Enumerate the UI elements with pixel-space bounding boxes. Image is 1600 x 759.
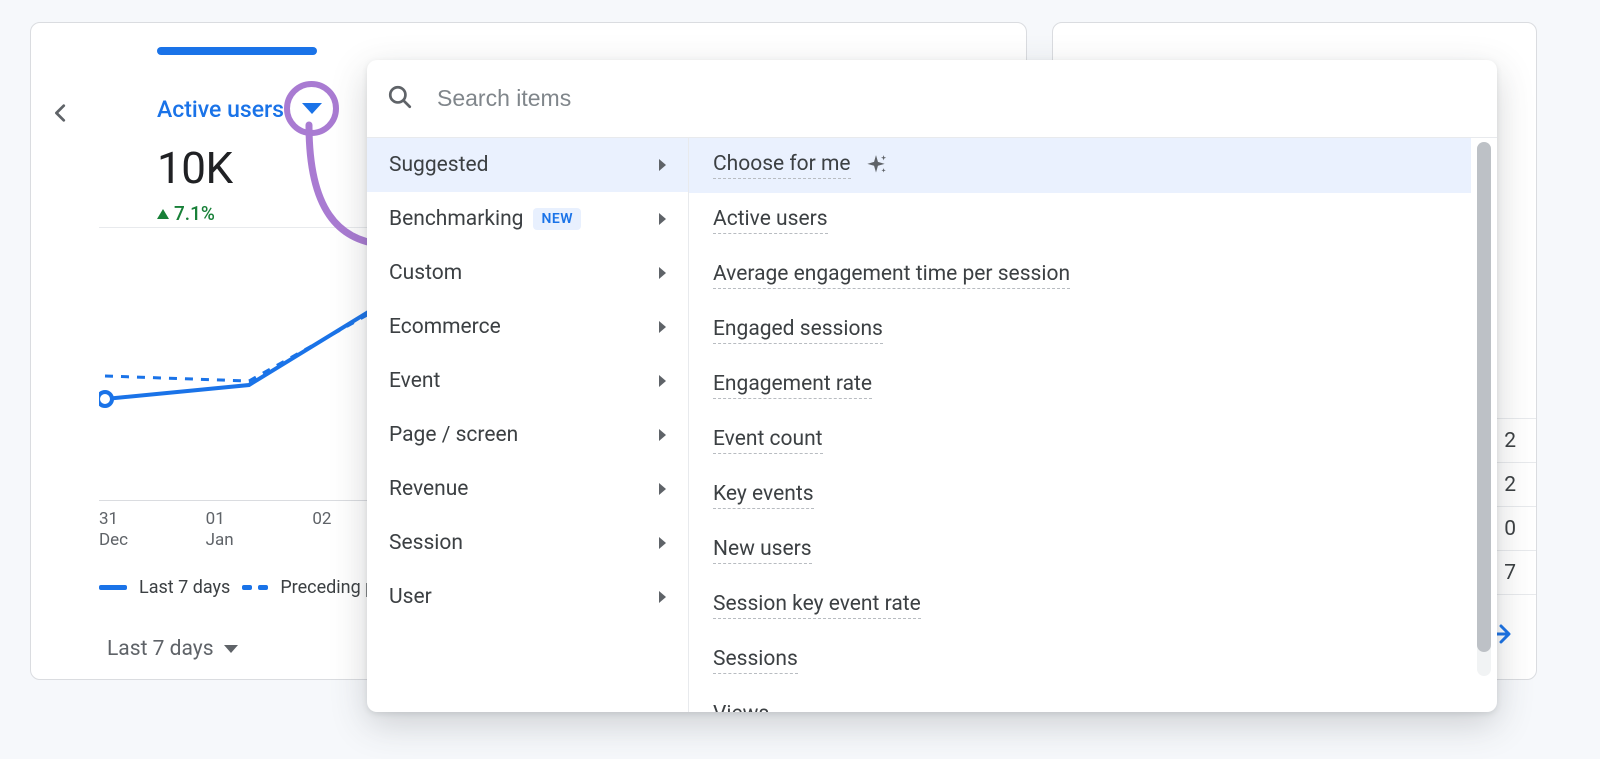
cell-value: 0 xyxy=(1504,517,1516,541)
category-item[interactable]: Benchmarking NEW xyxy=(367,192,688,246)
arrow-up-icon xyxy=(157,209,169,219)
chevron-right-icon xyxy=(659,213,666,225)
tick-mon: Dec xyxy=(99,530,206,551)
search-bar xyxy=(367,60,1497,138)
chevron-right-icon xyxy=(659,429,666,441)
metric-item[interactable]: Engaged sessions xyxy=(689,303,1471,358)
metric-item-label: New users xyxy=(713,537,812,564)
metric-item-label: Active users xyxy=(713,207,828,234)
scrollbar-thumb[interactable] xyxy=(1477,142,1491,652)
date-range-label: Last 7 days xyxy=(107,637,214,661)
legend-swatch-dash xyxy=(242,585,268,590)
category-item[interactable]: Custom xyxy=(367,246,688,300)
tick-mon: Jan xyxy=(206,530,313,551)
metric-item[interactable]: Sessions xyxy=(689,633,1471,688)
metric-value: 10K xyxy=(157,142,339,194)
metric-item-label: Engaged sessions xyxy=(713,317,883,344)
category-label: User xyxy=(389,585,432,609)
category-item[interactable]: Revenue xyxy=(367,462,688,516)
category-item[interactable]: Session xyxy=(367,516,688,570)
chevron-right-icon xyxy=(659,537,666,549)
metric-item[interactable]: Views xyxy=(689,688,1471,712)
category-item[interactable]: User xyxy=(367,570,688,624)
legend-current: Last 7 days xyxy=(139,577,230,598)
tick-day: 31 xyxy=(99,509,206,530)
new-badge: NEW xyxy=(533,208,581,230)
category-label: Ecommerce xyxy=(389,315,501,339)
metric-item[interactable]: New users xyxy=(689,523,1471,578)
metric-item[interactable]: Average engagement time per session xyxy=(689,248,1471,303)
metric-item[interactable]: Key events xyxy=(689,468,1471,523)
metric-item-label: Event count xyxy=(713,427,823,454)
category-label: Event xyxy=(389,369,440,393)
cell-value: 2 xyxy=(1504,473,1516,497)
metric-change: 7.1% xyxy=(157,202,339,225)
metric-picker-popup: Suggested Benchmarking NEW Custom Ecommerce E… xyxy=(367,60,1497,712)
metric-item[interactable]: Engagement rate xyxy=(689,358,1471,413)
tab-indicator xyxy=(157,47,317,55)
chevron-right-icon xyxy=(659,159,666,171)
caret-down-icon xyxy=(302,103,322,114)
search-input[interactable] xyxy=(435,84,1477,113)
metric-item[interactable]: Active users xyxy=(689,193,1471,248)
category-label: Page / screen xyxy=(389,423,518,447)
chevron-right-icon xyxy=(659,267,666,279)
category-label: Revenue xyxy=(389,477,468,501)
category-label: Session xyxy=(389,531,463,555)
cell-value: 7 xyxy=(1504,561,1516,585)
metric-title-text: Active users xyxy=(157,96,284,123)
chevron-right-icon xyxy=(659,321,666,333)
category-item[interactable]: Page / screen xyxy=(367,408,688,462)
cell-value: 2 xyxy=(1504,429,1516,453)
metric-caret-button[interactable] xyxy=(284,81,339,136)
category-column: Suggested Benchmarking NEW Custom Ecommerce E… xyxy=(367,138,689,712)
prev-button[interactable] xyxy=(50,95,72,135)
metric-item-label: Engagement rate xyxy=(713,372,872,399)
legend-swatch-solid xyxy=(99,585,127,590)
metric-item-label: Key events xyxy=(713,482,814,509)
metric-item-label: Session key event rate xyxy=(713,592,921,619)
category-label: Custom xyxy=(389,261,462,285)
category-item[interactable]: Ecommerce xyxy=(367,300,688,354)
sparkle-icon xyxy=(863,153,889,179)
chevron-right-icon xyxy=(659,591,666,603)
category-label: Benchmarking xyxy=(389,207,523,231)
items-column: Choose for me Active users Average engagem… xyxy=(689,138,1497,712)
category-label: Suggested xyxy=(389,153,488,177)
caret-down-icon xyxy=(224,645,238,653)
search-icon xyxy=(387,84,413,114)
metric-change-text: 7.1% xyxy=(174,202,215,225)
metric-item[interactable]: Choose for me xyxy=(689,138,1471,193)
category-item[interactable]: Event xyxy=(367,354,688,408)
metric-item[interactable]: Event count xyxy=(689,413,1471,468)
metric-item-label: Sessions xyxy=(713,647,798,674)
metric-item-label: Average engagement time per session xyxy=(713,262,1070,289)
metric-item-label: Choose for me xyxy=(713,152,851,179)
metric-block: Active users 10K 7.1% xyxy=(157,83,339,225)
tick-day: 01 xyxy=(206,509,313,530)
date-range-selector[interactable]: Last 7 days xyxy=(107,637,238,661)
metric-item[interactable]: Session key event rate xyxy=(689,578,1471,633)
metric-dropdown[interactable]: Active users xyxy=(157,83,339,136)
chevron-right-icon xyxy=(659,375,666,387)
category-item[interactable]: Suggested xyxy=(367,138,688,192)
chevron-right-icon xyxy=(659,483,666,495)
metric-item-label: Views xyxy=(713,702,769,712)
